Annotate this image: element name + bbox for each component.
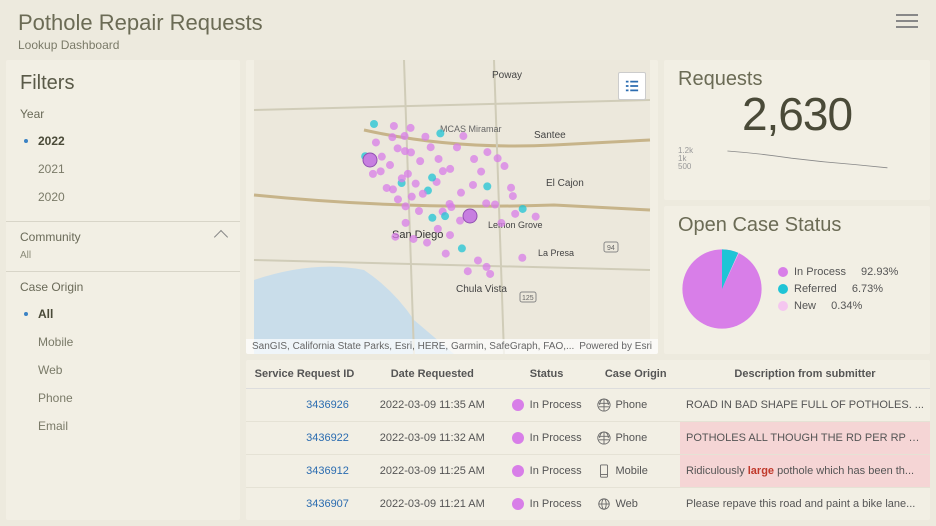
filter-community[interactable]: Community bbox=[20, 230, 226, 244]
table-row[interactable]: 34369262022-03-09 11:35 AMIn ProcessPhon… bbox=[246, 389, 930, 422]
page-title: Pothole Repair Requests bbox=[18, 10, 263, 36]
filters-title: Filters bbox=[20, 72, 226, 95]
filter-year-label: Year bbox=[20, 107, 226, 121]
filters-panel: Filters Year 2022 2021 2020 Community Al… bbox=[6, 60, 240, 520]
cell-desc: Ridiculously large pothole which has bee… bbox=[680, 455, 930, 488]
origin-option-web[interactable]: Web bbox=[20, 356, 226, 384]
cell-desc: Please repave this road and paint a bike… bbox=[680, 488, 930, 521]
table-row[interactable]: 34369222022-03-09 11:32 AMIn ProcessPhon… bbox=[246, 422, 930, 455]
cell-origin: Phone bbox=[591, 422, 680, 455]
origin-option-mobile[interactable]: Mobile bbox=[20, 328, 226, 356]
sparkline bbox=[699, 147, 916, 171]
cell-date: 2022-03-09 11:21 AM bbox=[363, 488, 502, 521]
spark-ticks: 1.2k1k500 bbox=[678, 147, 693, 171]
col-status[interactable]: Status bbox=[502, 360, 592, 389]
cell-origin: Mobile bbox=[591, 455, 680, 488]
list-icon bbox=[625, 79, 639, 93]
status-panel: Open Case Status In Process 92.93% Refer… bbox=[664, 206, 930, 354]
legend-button[interactable] bbox=[618, 72, 646, 100]
table-row[interactable]: 34369072022-03-09 11:21 AMIn ProcessWebP… bbox=[246, 488, 930, 521]
filter-origin-label: Case Origin bbox=[20, 280, 226, 294]
year-option-2020[interactable]: 2020 bbox=[20, 183, 226, 211]
requests-panel: Requests 2,630 1.2k1k500 bbox=[664, 60, 930, 200]
cell-status: In Process bbox=[502, 389, 592, 422]
basemap: Poway Santee MCAS Miramar El Cajon Lemon… bbox=[246, 60, 658, 354]
col-id[interactable]: Service Request ID bbox=[246, 360, 363, 389]
requests-count: 2,630 bbox=[678, 87, 916, 141]
svg-text:Poway: Poway bbox=[492, 70, 522, 81]
col-origin[interactable]: Case Origin bbox=[591, 360, 680, 389]
svg-text:El Cajon: El Cajon bbox=[546, 178, 584, 189]
svg-text:94: 94 bbox=[607, 245, 615, 252]
request-id-link[interactable]: 3436912 bbox=[246, 455, 363, 488]
cell-status: In Process bbox=[502, 455, 592, 488]
svg-text:La Presa: La Presa bbox=[538, 248, 574, 258]
map-attribution: SanGIS, California State Parks, Esri, HE… bbox=[246, 339, 658, 354]
cell-date: 2022-03-09 11:25 AM bbox=[363, 455, 502, 488]
request-id-link[interactable]: 3436922 bbox=[246, 422, 363, 455]
year-option-2021[interactable]: 2021 bbox=[20, 155, 226, 183]
origin-option-all[interactable]: All bbox=[20, 300, 226, 328]
svg-text:Lemon Grove: Lemon Grove bbox=[488, 220, 543, 230]
col-date[interactable]: Date Requested bbox=[363, 360, 502, 389]
svg-text:Chula Vista: Chula Vista bbox=[456, 284, 507, 295]
menu-icon[interactable] bbox=[896, 10, 918, 32]
cell-date: 2022-03-09 11:32 AM bbox=[363, 422, 502, 455]
chevron-up-icon bbox=[214, 230, 228, 244]
svg-text:Santee: Santee bbox=[534, 130, 566, 141]
year-option-2022[interactable]: 2022 bbox=[20, 127, 226, 155]
status-title: Open Case Status bbox=[678, 214, 916, 237]
cell-status: In Process bbox=[502, 422, 592, 455]
col-desc[interactable]: Description from submitter bbox=[680, 360, 930, 389]
svg-text:MCAS Miramar: MCAS Miramar bbox=[440, 124, 502, 134]
cell-status: In Process bbox=[502, 488, 592, 521]
cell-origin: Phone bbox=[591, 389, 680, 422]
request-id-link[interactable]: 3436907 bbox=[246, 488, 363, 521]
filter-community-value: All bbox=[20, 250, 226, 261]
request-id-link[interactable]: 3436926 bbox=[246, 389, 363, 422]
cell-date: 2022-03-09 11:35 AM bbox=[363, 389, 502, 422]
map[interactable]: Poway Santee MCAS Miramar El Cajon Lemon… bbox=[246, 60, 658, 354]
pie-legend: In Process 92.93% Referred 6.73% New 0.3… bbox=[778, 261, 898, 317]
cell-desc: POTHOLES ALL THOUGH THE RD PER RP TH... bbox=[680, 422, 930, 455]
svg-text:125: 125 bbox=[522, 295, 534, 302]
origin-option-email[interactable]: Email bbox=[20, 412, 226, 440]
cell-desc: ROAD IN BAD SHAPE FULL OF POTHOLES. ... bbox=[680, 389, 930, 422]
pie-chart bbox=[678, 245, 766, 333]
requests-table: Service Request ID Date Requested Status… bbox=[246, 360, 930, 520]
page-subtitle: Lookup Dashboard bbox=[18, 38, 263, 52]
table-row[interactable]: 34369122022-03-09 11:25 AMIn ProcessMobi… bbox=[246, 455, 930, 488]
origin-option-phone[interactable]: Phone bbox=[20, 384, 226, 412]
cell-origin: Web bbox=[591, 488, 680, 521]
